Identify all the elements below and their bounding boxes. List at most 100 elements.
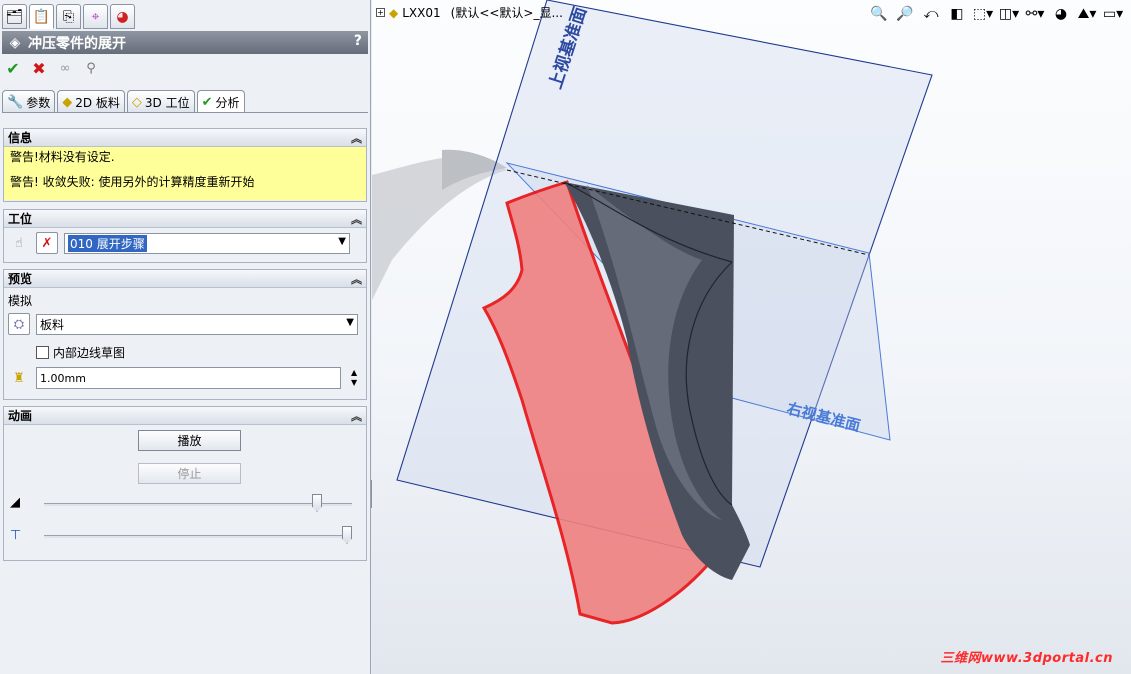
glasses-icon: ∞ bbox=[59, 60, 71, 76]
expand-icon[interactable]: + bbox=[376, 8, 385, 17]
hide-show-icon[interactable]: ⚯▾ bbox=[1025, 5, 1045, 23]
tab-label: 分析 bbox=[215, 95, 240, 110]
view-toolbar: 🔍 🔎 ⤺ ◧ ⬚▾ ◫▾ ⚯▾ ◕ ⛰▾ ▭▾ bbox=[869, 5, 1123, 23]
thickness-row: ♜ 1.00mm ▲ ▼ bbox=[8, 367, 357, 389]
warning-text: 警告!材料没有设定. bbox=[10, 150, 115, 164]
check-icon: ✔ bbox=[6, 58, 20, 78]
spin-up-icon[interactable]: ▲ bbox=[351, 368, 357, 378]
speed-ramp-icon: ◢ bbox=[10, 495, 20, 510]
chevron-down-icon: ▼ bbox=[346, 316, 354, 328]
view-settings-icon[interactable]: ▭▾ bbox=[1103, 5, 1123, 23]
pushpin-icon: ⚲ bbox=[86, 60, 96, 76]
tab-label: 参数 bbox=[26, 95, 51, 110]
play-button[interactable]: 播放 bbox=[138, 430, 241, 451]
dimxpert-manager-tab[interactable]: ⌖ bbox=[83, 4, 108, 29]
collapse-icon[interactable]: ︽ bbox=[351, 211, 362, 227]
wrench-icon: 🔧 bbox=[7, 94, 24, 110]
ok-button[interactable]: ✔ bbox=[4, 58, 22, 78]
feature-tree-icon: 🗂 bbox=[5, 8, 24, 25]
position-row: ☝ ✗ 010 展开步骤 ▼ bbox=[8, 232, 350, 254]
position-group: 工位 ︽ ☝ ✗ 010 展开步骤 ▼ bbox=[3, 209, 367, 263]
watermark: 三维网www.3dportal.cn bbox=[940, 651, 1113, 666]
delete-station-button[interactable]: ✗ bbox=[36, 232, 58, 254]
tab-analysis[interactable]: ✔ 分析 bbox=[196, 90, 245, 113]
thickness-spinner[interactable]: ▲ ▼ bbox=[351, 368, 357, 388]
panel-title-bar: ◈ 冲压零件的展开 ? bbox=[2, 31, 368, 54]
preview-group: 预览 ︽ 模拟 ⛭ 板料 ▼ 内部边线草图 ♜ 1.00mm ▲ ▼ bbox=[3, 269, 367, 400]
target-icon: ⌖ bbox=[91, 8, 100, 25]
speed-slider[interactable] bbox=[44, 494, 352, 512]
config-icon: ⎘ bbox=[62, 8, 75, 25]
simulate-select-value: 板料 bbox=[40, 317, 65, 332]
spin-down-icon[interactable]: ▼ bbox=[351, 378, 357, 388]
view-orientation-icon[interactable]: ⬚▾ bbox=[973, 5, 993, 23]
section-view-icon[interactable]: ◧ bbox=[947, 5, 967, 23]
stop-button[interactable]: 停止 bbox=[138, 463, 241, 484]
appearance-icon[interactable]: ◕ bbox=[1051, 5, 1071, 23]
action-row: ✔ ✖ ∞ ⚲ bbox=[4, 58, 100, 78]
config-name: (默认<<默认>_显... bbox=[450, 6, 563, 20]
inner-edge-label: 内部边线草图 bbox=[53, 346, 126, 360]
sheet-icon: ◆ bbox=[62, 94, 73, 110]
warning-box: 警告!材料没有设定. 警告! 收敛失败: 使用另外的计算精度重新开始 bbox=[4, 147, 366, 200]
panel-title: 冲压零件的展开 bbox=[28, 35, 126, 52]
close-icon: ✖ bbox=[32, 58, 46, 78]
check-icon: ✔ bbox=[201, 94, 213, 110]
display-style-icon[interactable]: ◫▾ bbox=[999, 5, 1019, 23]
model-scene: 上视基准面 右视基准面 bbox=[372, 0, 933, 625]
cancel-button[interactable]: ✖ bbox=[30, 58, 48, 78]
thickness-input[interactable]: 1.00mm bbox=[36, 367, 341, 389]
previous-view-icon[interactable]: ⤺ bbox=[921, 5, 941, 23]
simulate-mode-button[interactable]: ⛭ bbox=[8, 313, 30, 335]
inner-edge-row: 内部边线草图 bbox=[36, 344, 125, 361]
step-slider[interactable] bbox=[44, 526, 352, 544]
collapse-icon[interactable]: ︽ bbox=[351, 271, 362, 287]
animation-group: 动画 ︽ 播放 停止 ◢ ⊤ bbox=[3, 406, 367, 561]
inner-edge-checkbox[interactable] bbox=[36, 346, 49, 359]
configuration-manager-tab[interactable]: ⎘ bbox=[56, 4, 81, 29]
feature-manager-tab[interactable]: 🗂 bbox=[2, 4, 27, 29]
property-manager-panel: 🗂 📋 ⎘ ⌖ ◕ ◈ 冲压零件的展开 ? ✔ ✖ ∞ ⚲ 🔧 参数 ◆ 2D 板料… bbox=[0, 0, 371, 674]
keep-visible-button[interactable]: ⚲ bbox=[82, 59, 100, 77]
tab-2d-blank[interactable]: ◆ 2D 板料 bbox=[57, 90, 125, 113]
simulate-label: 模拟 bbox=[8, 294, 33, 308]
display-manager-tab[interactable]: ◕ bbox=[110, 4, 135, 29]
property-manager-tab[interactable]: 📋 bbox=[29, 4, 54, 29]
group-header[interactable]: 信息 ︽ bbox=[4, 129, 366, 147]
simulate-select[interactable]: 板料 ▼ bbox=[36, 313, 358, 335]
tab-parameters[interactable]: 🔧 参数 bbox=[2, 90, 56, 113]
flatten-part-icon: ◈ bbox=[9, 34, 21, 51]
speed-slider-thumb[interactable] bbox=[312, 494, 322, 512]
property-icon: 📋 bbox=[32, 8, 51, 25]
property-tabs: 🔧 参数 ◆ 2D 板料 ◇ 3D 工位 ✔ 分析 bbox=[2, 90, 245, 113]
group-title: 信息 bbox=[8, 131, 33, 145]
group-header[interactable]: 动画 ︽ bbox=[4, 407, 366, 425]
chevron-down-icon: ▼ bbox=[338, 235, 346, 247]
group-header[interactable]: 工位 ︽ bbox=[4, 210, 366, 228]
simulate-row: ⛭ 板料 ▼ bbox=[8, 313, 358, 335]
scene-icon[interactable]: ⛰▾ bbox=[1077, 5, 1097, 23]
group-header[interactable]: 预览 ︽ bbox=[4, 270, 366, 288]
delete-icon: ✗ bbox=[41, 235, 53, 251]
select-icon[interactable]: ☝ bbox=[8, 232, 30, 254]
thickness-icon: ♜ bbox=[13, 370, 25, 386]
info-group: 信息 ︽ 警告!材料没有设定. 警告! 收敛失败: 使用另外的计算精度重新开始 bbox=[3, 128, 367, 202]
collapse-icon[interactable]: ︽ bbox=[351, 408, 362, 424]
blank-shape-icon: ⛭ bbox=[13, 316, 25, 332]
part-name: LXX01 bbox=[402, 5, 441, 20]
tab-3d-station[interactable]: ◇ 3D 工位 bbox=[126, 90, 195, 113]
station-select[interactable]: 010 展开步骤 ▼ bbox=[64, 232, 350, 254]
zoom-area-icon[interactable]: 🔎 bbox=[895, 5, 915, 23]
group-title: 预览 bbox=[8, 272, 33, 286]
part-icon: ◆ bbox=[389, 5, 399, 20]
feature-tree-flyout[interactable]: + ◆ LXX01 (默认<<默认>_显... bbox=[376, 4, 563, 21]
zoom-fit-icon[interactable]: 🔍 bbox=[869, 5, 889, 23]
detail-preview-button[interactable]: ∞ bbox=[56, 59, 74, 77]
group-title: 工位 bbox=[8, 212, 33, 226]
thickness-value: 1.00mm bbox=[40, 371, 86, 385]
step-slider-thumb[interactable] bbox=[342, 526, 352, 544]
collapse-icon[interactable]: ︽ bbox=[351, 130, 362, 146]
display-icon: ◕ bbox=[116, 8, 129, 25]
graphics-viewport[interactable]: 上视基准面 右视基准面 + ◆ LXX01 (默认<<默认>_显... 🔍 🔎 … bbox=[372, 0, 1131, 674]
help-button[interactable]: ? bbox=[354, 33, 362, 49]
